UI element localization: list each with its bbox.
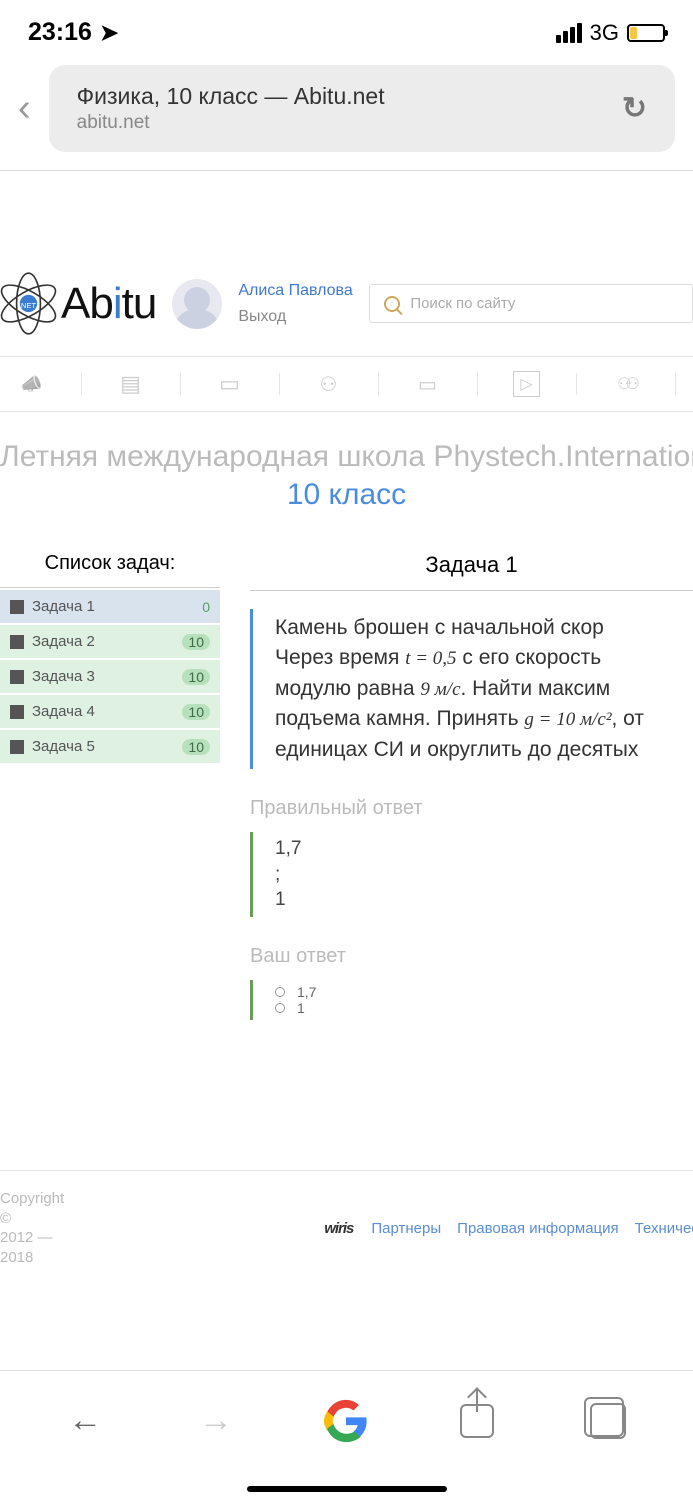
battery-icon <box>627 24 665 42</box>
logo-text-1: Ab <box>61 279 113 328</box>
bottom-toolbar: ← → <box>0 1370 693 1500</box>
group-icon[interactable] <box>612 373 640 395</box>
footer-link-legal[interactable]: Правовая информация <box>457 1220 618 1237</box>
task-score: 10 <box>182 739 210 755</box>
nav-icons <box>0 356 693 412</box>
task-score: 10 <box>182 704 210 720</box>
search-placeholder: Поиск по сайту <box>410 295 515 312</box>
back-button[interactable]: ‹ <box>18 87 31 130</box>
svg-text:NET: NET <box>21 301 37 310</box>
task-item-label: Задача 2 <box>32 633 95 650</box>
site-logo[interactable]: NET Abitu <box>0 271 156 336</box>
video-icon[interactable] <box>414 373 442 395</box>
task-heading: Задача 1 <box>250 552 693 591</box>
calculator-icon <box>10 635 24 649</box>
page-title: Физика, 10 класс — Abitu.net <box>77 83 385 110</box>
task-score: 10 <box>182 634 210 650</box>
calculator-icon <box>10 600 24 614</box>
your-answer-label: Ваш ответ <box>250 945 693 968</box>
radio-icon[interactable] <box>275 1003 285 1013</box>
address-bar[interactable]: Физика, 10 класс — Abitu.net abitu.net ↻ <box>49 65 675 152</box>
task-item-4[interactable]: Задача 4 10 <box>0 695 220 728</box>
correct-answer-label: Правильный ответ <box>250 797 693 820</box>
document-icon[interactable] <box>117 373 145 395</box>
folder-icon[interactable] <box>216 373 244 395</box>
user-name-link[interactable]: Алиса Павлова <box>238 282 353 300</box>
google-button[interactable] <box>324 1399 368 1443</box>
search-icon <box>384 296 400 312</box>
avatar[interactable] <box>172 279 222 329</box>
task-list-sidebar: Список задач: Задача 10Задача 210Задача … <box>0 552 220 1020</box>
calculator-icon <box>10 705 24 719</box>
tabs-button[interactable] <box>586 1399 630 1443</box>
copyright-2: 2012 — 2018 <box>0 1228 64 1267</box>
nav-back-button[interactable]: ← <box>63 1399 107 1443</box>
status-bar: 23:16 ➤ 3G <box>0 0 693 55</box>
task-item-label: Задача 5 <box>32 738 95 755</box>
signal-icon <box>556 23 582 43</box>
person-icon[interactable] <box>315 373 343 395</box>
nav-forward-button: → <box>194 1399 238 1443</box>
location-icon: ➤ <box>100 20 118 46</box>
logo-text-3: tu <box>122 279 157 328</box>
status-time: 23:16 <box>28 18 92 47</box>
site-header: NET Abitu Алиса Павлова Выход Поиск по с… <box>0 251 693 356</box>
atom-icon: NET <box>0 271 61 336</box>
task-item-5[interactable]: Задача 5 10 <box>0 730 220 763</box>
breadcrumb-title: Летняя международная школа Phystech.Inte… <box>0 440 693 474</box>
logo-text-2: i <box>113 279 122 328</box>
task-main: Задача 1 Камень брошен с начальной скор … <box>250 552 693 1020</box>
task-item-label: Задача 3 <box>32 668 95 685</box>
calculator-icon <box>10 670 24 684</box>
correct-answer-box: 1,7 ; 1 <box>250 832 693 917</box>
task-item-1[interactable]: Задача 1 0 <box>0 590 220 623</box>
home-indicator[interactable] <box>247 1486 447 1492</box>
network-label: 3G <box>590 20 619 46</box>
megaphone-icon[interactable] <box>18 373 46 395</box>
play-icon[interactable] <box>513 373 541 395</box>
task-item-label: Задача 4 <box>32 703 95 720</box>
task-score: 0 <box>202 599 210 615</box>
footer-link-tech[interactable]: Техническая <box>635 1220 693 1237</box>
site-footer: Copyright © 2012 — 2018 wiris Партнеры П… <box>0 1170 693 1285</box>
class-title[interactable]: 10 класс <box>0 478 693 512</box>
page-domain: abitu.net <box>77 112 385 134</box>
reload-icon[interactable]: ↻ <box>622 91 647 126</box>
logout-link[interactable]: Выход <box>238 308 353 326</box>
your-answer-box: 1,7 1 <box>250 980 693 1020</box>
task-item-label: Задача 1 <box>32 598 95 615</box>
browser-chrome: ‹ Физика, 10 класс — Abitu.net abitu.net… <box>0 55 693 170</box>
wiris-logo[interactable]: wiris <box>324 1220 353 1237</box>
task-score: 10 <box>182 669 210 685</box>
search-input[interactable]: Поиск по сайту <box>369 284 693 323</box>
calculator-icon <box>10 740 24 754</box>
task-list-heading: Список задач: <box>0 552 220 588</box>
task-item-3[interactable]: Задача 3 10 <box>0 660 220 693</box>
copyright-1: Copyright © <box>0 1189 64 1228</box>
footer-link-partners[interactable]: Партнеры <box>371 1220 441 1237</box>
problem-text: Камень брошен с начальной скор Через вре… <box>250 609 693 769</box>
task-item-2[interactable]: Задача 2 10 <box>0 625 220 658</box>
radio-icon[interactable] <box>275 987 285 997</box>
share-button[interactable] <box>455 1399 499 1443</box>
